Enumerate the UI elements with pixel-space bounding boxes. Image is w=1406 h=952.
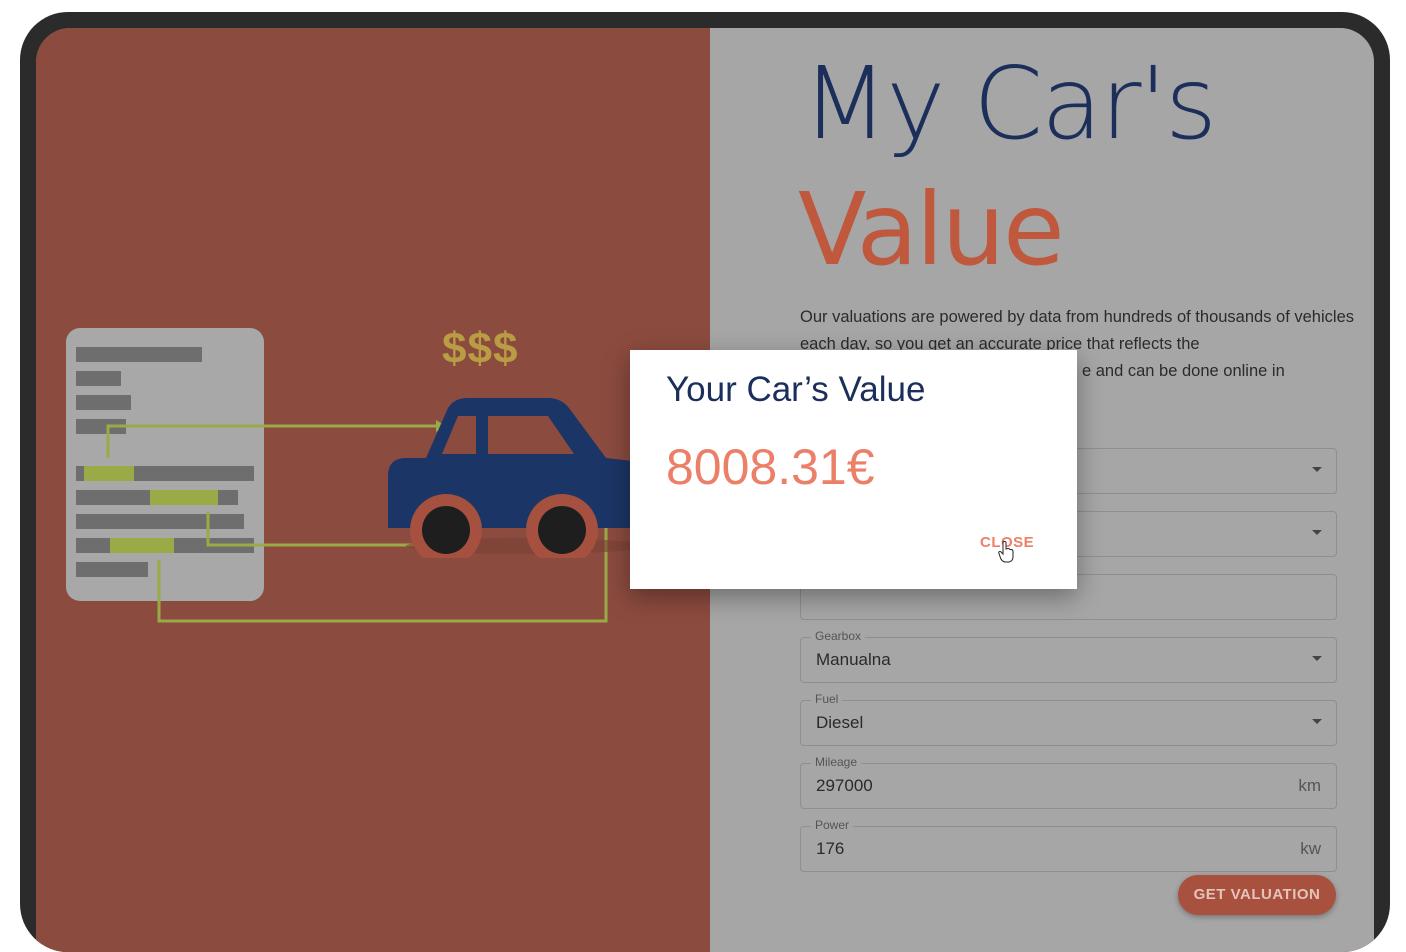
chevron-down-icon [1312,530,1322,535]
chevron-down-icon [1312,656,1322,661]
page-title-line1: My Car's [802,45,1217,162]
field-value: Diesel [816,713,864,732]
gearbox-select[interactable]: Gearbox Manualna [800,629,1337,683]
dialog-title: Your Car’s Value [666,370,926,409]
field-label: Gearbox [811,629,866,643]
power-input[interactable]: Power 176 kw [800,818,1337,872]
illustration-panel: $$$ [36,28,710,952]
field-value: 297000 [816,776,873,795]
chevron-down-icon [1312,719,1322,724]
field-label: Mileage [811,755,862,769]
chevron-down-icon [1312,467,1322,472]
valuation-amount: 8008.31€ [666,439,875,495]
field-unit: km [1298,776,1321,795]
page-title-line2: Value [798,171,1065,288]
hand-cursor-icon [998,541,1014,563]
field-label: Power [811,818,854,832]
description-text: Our valuations are powered by data from … [800,308,1354,353]
field-label: Fuel [811,692,843,706]
mileage-input[interactable]: Mileage 297000 km [800,755,1337,809]
field-value: Manualna [816,650,891,669]
field-unit: kw [1300,839,1321,858]
field-value: 176 [816,839,845,858]
fuel-select[interactable]: Fuel Diesel [800,692,1337,746]
get-valuation-button[interactable]: GET VALUATION [1178,875,1336,915]
